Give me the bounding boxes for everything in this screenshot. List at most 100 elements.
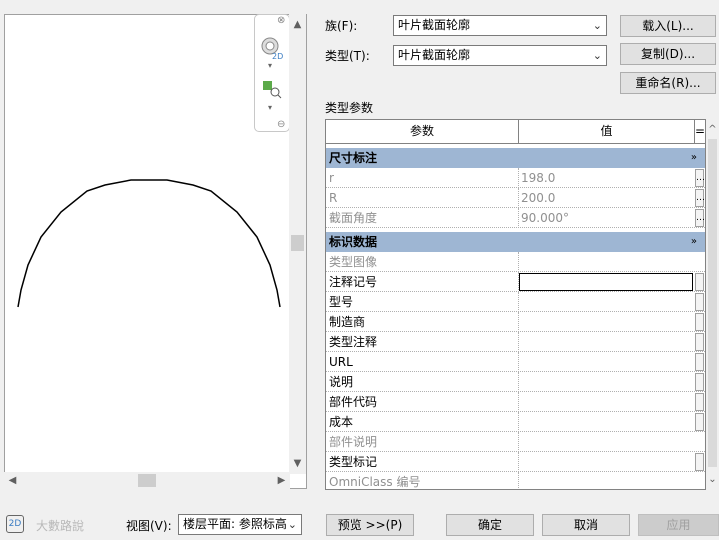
view-value: 楼层平面: 参照标高 bbox=[183, 517, 287, 531]
formula-button[interactable]: … bbox=[695, 169, 705, 187]
scroll-thumb[interactable] bbox=[708, 139, 717, 467]
type-params-label: 类型参数 bbox=[325, 101, 374, 115]
formula-button[interactable]: … bbox=[695, 209, 705, 227]
col-header-value[interactable]: 值 bbox=[519, 120, 695, 144]
table-row[interactable]: r 198.0 … bbox=[326, 168, 705, 188]
scroll-down-icon[interactable]: ⌄ bbox=[704, 471, 719, 488]
table-row[interactable]: 类型注释 bbox=[326, 332, 705, 352]
group-identity-data[interactable]: 标识数据 » bbox=[326, 232, 705, 252]
preview-horizontal-scrollbar[interactable]: ◀ ▶ bbox=[4, 472, 290, 489]
param-name: 部件代码 bbox=[329, 395, 378, 409]
group-label: 标识数据 bbox=[329, 235, 378, 249]
watermark-text: 大數路說 bbox=[36, 519, 85, 533]
param-name: 制造商 bbox=[329, 315, 366, 329]
preview-vertical-scrollbar[interactable]: ▲ ▼ bbox=[289, 14, 306, 474]
cancel-button[interactable]: 取消 bbox=[542, 514, 630, 536]
table-row[interactable]: R 200.0 … bbox=[326, 188, 705, 208]
type-select[interactable]: 叶片截面轮廓 ⌄ bbox=[393, 45, 607, 66]
chevron-down-icon: ⌄ bbox=[592, 49, 602, 62]
blade-profile-curve bbox=[17, 179, 281, 308]
formula-button[interactable] bbox=[695, 273, 704, 291]
apply-button[interactable]: 应用 bbox=[638, 514, 719, 536]
formula-button[interactable] bbox=[695, 373, 704, 391]
table-row[interactable]: 成本 bbox=[326, 412, 705, 432]
close-icon[interactable]: ⊗ bbox=[277, 15, 285, 26]
param-name: URL bbox=[329, 355, 353, 369]
formula-button[interactable] bbox=[695, 453, 704, 471]
formula-button[interactable] bbox=[695, 393, 704, 411]
col-header-param[interactable]: 参数 bbox=[326, 120, 519, 144]
scroll-thumb[interactable] bbox=[291, 235, 304, 251]
duplicate-button[interactable]: 复制(D)... bbox=[620, 43, 716, 65]
chevron-down-icon[interactable]: ▾ bbox=[268, 103, 272, 112]
chevron-down-icon: ⌄ bbox=[592, 19, 602, 32]
table-row[interactable]: OmniClass 编号 bbox=[326, 472, 705, 489]
table-row[interactable]: URL bbox=[326, 352, 705, 372]
parameter-table: 参数 值 = 尺寸标注 » r 198.0… R 200.0… 截面角度 90.000… bbox=[325, 119, 706, 490]
watermark: 2D 大數路說 bbox=[6, 515, 86, 535]
table-row[interactable]: 制造商 bbox=[326, 312, 705, 332]
family-label: 族(F): bbox=[325, 19, 358, 33]
formula-button[interactable] bbox=[695, 333, 704, 351]
svg-text:2D: 2D bbox=[272, 52, 283, 61]
param-name: 类型注释 bbox=[329, 335, 378, 349]
param-value[interactable]: 90.000° bbox=[521, 208, 569, 228]
chevron-down-icon[interactable]: ▾ bbox=[268, 61, 272, 70]
table-row[interactable]: 截面角度 90.000° … bbox=[326, 208, 705, 228]
load-button[interactable]: 载入(L)... bbox=[620, 15, 716, 37]
formula-button[interactable] bbox=[695, 293, 704, 311]
type-value: 叶片截面轮廓 bbox=[398, 48, 471, 62]
zoom-region-icon[interactable] bbox=[261, 79, 283, 99]
param-name: 型号 bbox=[329, 295, 354, 309]
param-name: 注释记号 bbox=[329, 275, 378, 289]
param-name: 部件说明 bbox=[329, 435, 378, 449]
param-name: OmniClass 编号 bbox=[329, 475, 421, 489]
chevron-down-icon: ⌄ bbox=[287, 515, 297, 534]
table-row[interactable]: 注释记号 bbox=[326, 272, 705, 292]
table-vertical-scrollbar[interactable]: ^ ⌄ bbox=[706, 119, 719, 490]
scroll-up-icon[interactable]: ^ bbox=[704, 121, 719, 138]
collapse-icon[interactable]: » bbox=[691, 232, 697, 252]
table-row[interactable]: 型号 bbox=[326, 292, 705, 312]
param-name: 说明 bbox=[329, 375, 354, 389]
param-value[interactable]: 200.0 bbox=[521, 188, 555, 208]
param-name: 类型标记 bbox=[329, 455, 378, 469]
family-select[interactable]: 叶片截面轮廓 ⌄ bbox=[393, 15, 607, 36]
type-label: 类型(T): bbox=[325, 49, 370, 63]
rename-button[interactable]: 重命名(R)... bbox=[620, 72, 716, 94]
formula-button[interactable]: … bbox=[695, 189, 705, 207]
scroll-right-icon[interactable]: ▶ bbox=[273, 472, 290, 489]
param-name: 截面角度 bbox=[329, 211, 378, 225]
param-value[interactable]: 198.0 bbox=[521, 168, 555, 188]
collapse-icon[interactable]: » bbox=[691, 148, 697, 168]
param-name: r bbox=[329, 171, 334, 185]
profile-drawing bbox=[17, 179, 281, 308]
view-cube-icon[interactable]: 2D bbox=[6, 515, 24, 533]
scroll-up-icon[interactable]: ▲ bbox=[289, 16, 306, 33]
table-row[interactable]: 类型图像 bbox=[326, 252, 705, 272]
view-select[interactable]: 楼层平面: 参照标高 ⌄ bbox=[178, 514, 302, 535]
preview-button[interactable]: 预览 >>(P) bbox=[326, 514, 414, 536]
group-label: 尺寸标注 bbox=[329, 151, 378, 165]
collapse-icon[interactable]: ⊖ bbox=[277, 119, 285, 130]
table-row[interactable]: 类型标记 bbox=[326, 452, 705, 472]
param-value-input[interactable] bbox=[519, 273, 693, 291]
group-dimensions[interactable]: 尺寸标注 » bbox=[326, 148, 705, 168]
formula-button[interactable] bbox=[695, 413, 704, 431]
param-name: R bbox=[329, 191, 338, 205]
table-row[interactable]: 部件代码 bbox=[326, 392, 705, 412]
param-name: 成本 bbox=[329, 415, 354, 429]
param-name: 类型图像 bbox=[329, 255, 378, 269]
formula-button[interactable] bbox=[695, 313, 704, 331]
scroll-thumb[interactable] bbox=[138, 474, 156, 487]
scroll-down-icon[interactable]: ▼ bbox=[289, 455, 306, 472]
ok-button[interactable]: 确定 bbox=[446, 514, 534, 536]
table-row[interactable]: 说明 bbox=[326, 372, 705, 392]
view-label: 视图(V): bbox=[126, 519, 172, 533]
family-value: 叶片截面轮廓 bbox=[398, 18, 471, 32]
navigation-bar: ⊗ 2D ▾ ▾ ⊖ bbox=[254, 14, 290, 132]
steering-wheel-2d-icon[interactable]: 2D bbox=[259, 35, 285, 61]
scroll-left-icon[interactable]: ◀ bbox=[4, 472, 21, 489]
formula-button[interactable] bbox=[695, 353, 704, 371]
table-row[interactable]: 部件说明 bbox=[326, 432, 705, 452]
